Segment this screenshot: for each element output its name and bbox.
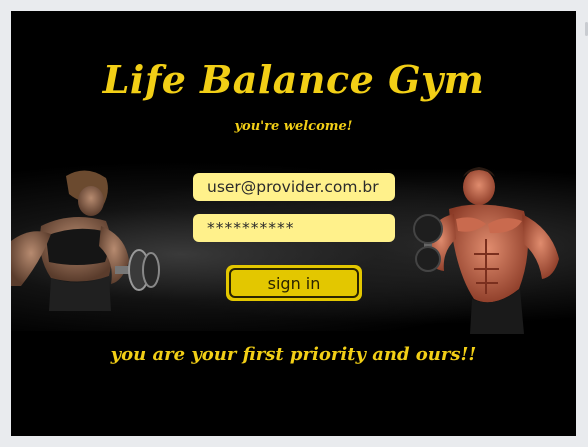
email-field[interactable] [193, 173, 395, 201]
welcome-subtitle: you're welcome! [234, 119, 353, 134]
male-athlete-image [413, 167, 559, 334]
login-panel: Life Balance Gym you're welcome! user@pr… [11, 11, 576, 436]
password-field[interactable] [193, 214, 395, 242]
page-title: Life Balance Gym [102, 57, 485, 102]
female-athlete-image [11, 170, 160, 311]
sign-in-button[interactable]: sign in [226, 265, 362, 301]
sign-in-button-label: sign in [229, 268, 359, 298]
tagline: you are your first priority and ours!! [110, 344, 477, 365]
